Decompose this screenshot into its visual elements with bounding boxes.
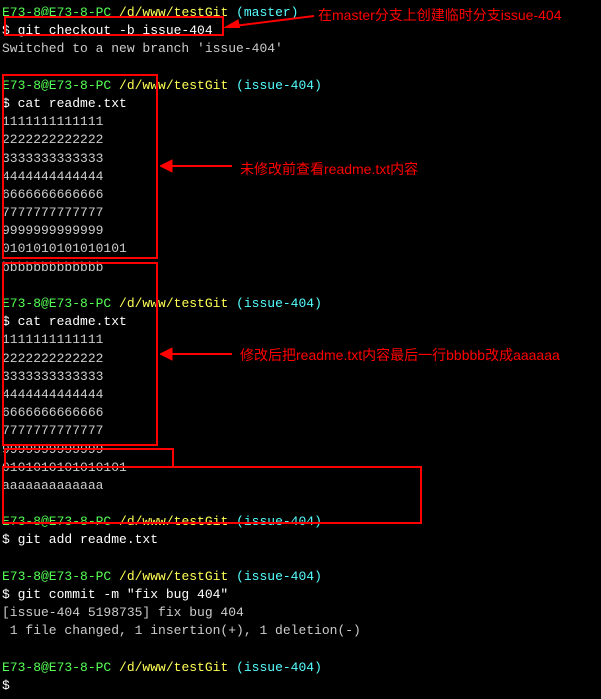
output-commit: [issue-404 5198735] fix bug 404 — [2, 604, 599, 622]
annotation-1: 在master分支上创建临时分支issue-404 — [318, 6, 562, 26]
highlight-box-commit — [2, 466, 422, 524]
highlight-box-cat-after — [2, 262, 158, 446]
arrow-icon — [224, 4, 319, 28]
prompt-line: E73-8@E73-8-PC /d/www/testGit (issue-404… — [2, 659, 599, 677]
highlight-box-cat-before — [2, 74, 158, 259]
prompt-dollar: $ — [2, 677, 599, 695]
output-switched: Switched to a new branch 'issue-404' — [2, 40, 599, 58]
arrow-icon — [160, 156, 238, 176]
highlight-box-checkout — [4, 16, 224, 36]
prompt-line: E73-8@E73-8-PC /d/www/testGit (issue-404… — [2, 568, 599, 586]
arrow-icon — [160, 344, 238, 364]
annotation-3: 修改后把readme.txt内容最后一行bbbbb改成aaaaaa — [240, 346, 560, 366]
command-add: $ git add readme.txt — [2, 531, 599, 549]
annotation-2: 未修改前查看readme.txt内容 — [240, 160, 418, 180]
command-commit: $ git commit -m "fix bug 404" — [2, 586, 599, 604]
output-commit: 1 file changed, 1 insertion(+), 1 deleti… — [2, 622, 599, 640]
highlight-box-add — [4, 448, 174, 468]
